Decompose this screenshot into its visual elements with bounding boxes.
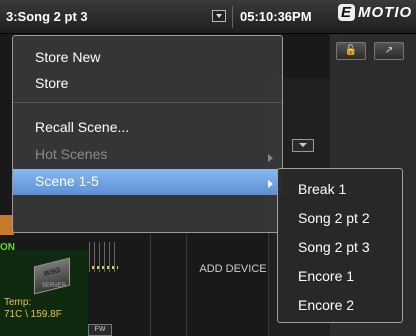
server-caption: SERVER: [41, 283, 67, 289]
column-divider: [186, 234, 187, 336]
temp-value: 71C \ 159.8F: [4, 309, 62, 320]
menu-item-store-new[interactable]: Store New: [13, 45, 282, 71]
submenu-arrow-icon: [268, 180, 273, 188]
panel-dropdown-arrow-icon[interactable]: [292, 139, 314, 152]
server-name: WSG: [43, 266, 61, 279]
add-device-button[interactable]: ADD DEVICE: [188, 262, 278, 276]
submenu-item-song-2-pt-2[interactable]: Song 2 pt 2: [278, 206, 402, 230]
clock-display: 05:10:36PM: [240, 9, 312, 24]
brand-logo-text: MOTIO: [358, 4, 413, 21]
submenu-item-song-2-pt-3[interactable]: Song 2 pt 3: [278, 235, 402, 259]
top-bar: 3:Song 2 pt 3 05:10:36PM E MOTIO: [0, 0, 416, 34]
menu-item-store[interactable]: Store: [13, 71, 282, 97]
on-status: ON: [0, 242, 15, 253]
submenu-item-encore-1[interactable]: Encore 1: [278, 264, 402, 288]
scene-dropdown-arrow-icon[interactable]: [212, 10, 226, 22]
menu-item-recall-scene[interactable]: Recall Scene...: [13, 115, 282, 141]
brand-logo-e: E: [338, 4, 356, 21]
meter-leds: [92, 266, 118, 269]
submenu-arrow-icon: [268, 154, 273, 162]
brand-logo: E MOTIO: [338, 4, 412, 26]
temp-label: Temp:: [4, 297, 32, 308]
lock-icon: 🔓: [344, 45, 358, 56]
scene-menu: Store New Store Recall Scene... Hot Scen…: [12, 35, 283, 233]
temperature-readout: Temp: 71C \ 159.8F: [4, 297, 62, 321]
menu-separator: [13, 102, 282, 103]
lock-button[interactable]: 🔓: [336, 42, 366, 60]
expand-icon: ↗: [384, 45, 394, 56]
menu-item-hot-scenes: Hot Scenes: [35, 146, 108, 162]
column-divider: [150, 234, 151, 336]
submenu-item-encore-2[interactable]: Encore 2: [278, 293, 402, 317]
current-scene-name: 3:Song 2 pt 3: [6, 9, 88, 24]
fw-button[interactable]: FW: [88, 324, 112, 336]
expand-button[interactable]: ↗: [374, 42, 404, 60]
scene-submenu: Break 1 Song 2 pt 2 Song 2 pt 3 Encore 1…: [277, 168, 403, 323]
topbar-divider: [232, 6, 233, 28]
submenu-item-break-1[interactable]: Break 1: [278, 177, 402, 201]
menu-item-scene-1-5[interactable]: Scene 1-5: [13, 169, 282, 195]
